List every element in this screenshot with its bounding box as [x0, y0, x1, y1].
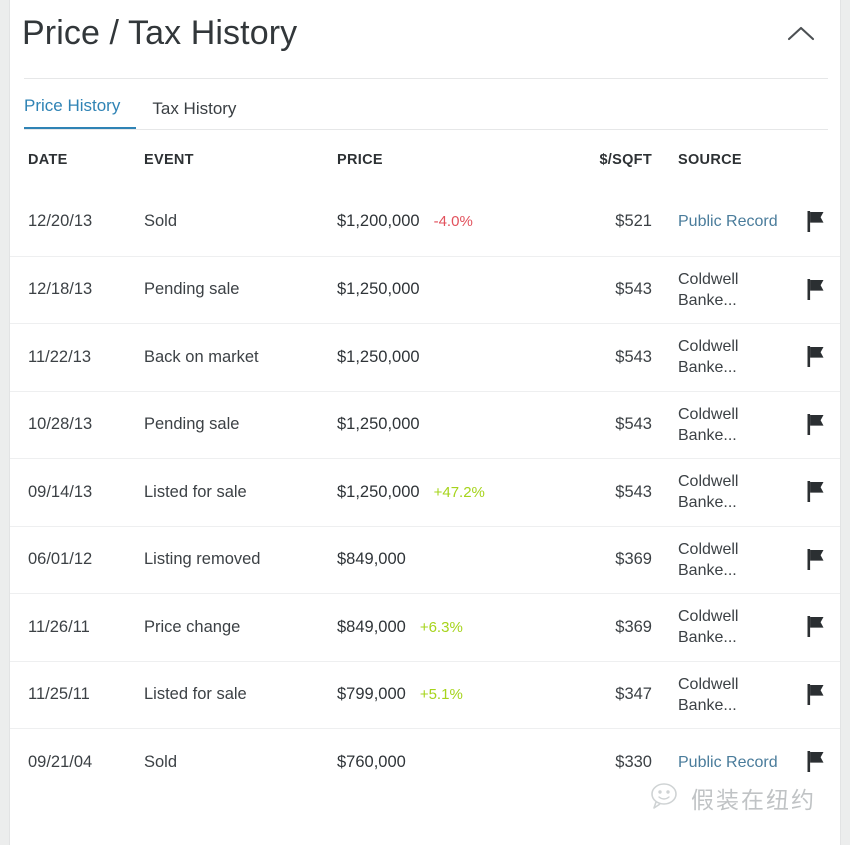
- source-label: Coldwell Banke...: [678, 338, 738, 376]
- cell-event: Sold: [144, 753, 337, 772]
- cell-event: Sold: [144, 212, 337, 231]
- page-title: Price / Tax History: [22, 14, 297, 53]
- table-row: 11/25/11Listed for sale$799,000 +5.1% $347…: [10, 661, 840, 729]
- flag-icon[interactable]: [806, 615, 826, 639]
- cell-price: $1,250,000: [337, 415, 420, 433]
- price-tax-history-card: Price / Tax History Price History Tax Hi…: [9, 0, 841, 845]
- cell-price: $760,000: [337, 753, 406, 771]
- table-row: 09/14/13Listed for sale$1,250,000 +47.2% $…: [10, 458, 840, 526]
- table-row: 11/26/11Price change$849,000 +6.3% $369 Col…: [10, 593, 840, 661]
- column-header-source: SOURCE: [652, 152, 782, 168]
- cell-price-per-sqft: $543: [581, 415, 652, 434]
- cell-price: $849,000: [337, 550, 406, 568]
- table-row: 09/21/04Sold$760,000 $330 Public Record: [10, 728, 840, 796]
- cell-price-per-sqft: $521: [581, 212, 652, 231]
- cell-event: Pending sale: [144, 415, 337, 434]
- cell-price-per-sqft: $543: [581, 280, 652, 299]
- column-header-date: DATE: [28, 152, 144, 168]
- chevron-up-icon: [787, 25, 815, 43]
- cell-price: $1,200,000: [337, 212, 420, 230]
- card-header: Price / Tax History: [10, 0, 840, 78]
- table-row: 11/22/13Back on market$1,250,000 $543 Cold…: [10, 323, 840, 391]
- cell-price-per-sqft: $543: [581, 483, 652, 502]
- source-label: Coldwell Banke...: [678, 271, 738, 309]
- price-change-percent: +6.3%: [420, 619, 463, 636]
- cell-date: 09/21/04: [28, 753, 144, 772]
- flag-icon[interactable]: [806, 480, 826, 504]
- table-body: 12/20/13Sold$1,200,000-4.0%$521Public Re…: [10, 188, 840, 796]
- cell-date: 06/01/12: [28, 550, 144, 569]
- cell-event: Listed for sale: [144, 483, 337, 502]
- column-header-event: EVENT: [144, 152, 337, 168]
- source-label: Coldwell Banke...: [678, 541, 738, 579]
- tabs-divider: [24, 129, 828, 130]
- cell-date: 12/20/13: [28, 212, 144, 231]
- source-link[interactable]: Public Record: [678, 754, 778, 771]
- cell-price: $799,000: [337, 685, 406, 703]
- cell-event: Pending sale: [144, 280, 337, 299]
- cell-date: 11/22/13: [28, 348, 144, 367]
- source-label: Coldwell Banke...: [678, 473, 738, 511]
- flag-icon[interactable]: [806, 278, 826, 302]
- flag-icon[interactable]: [806, 548, 826, 572]
- column-header-price-per-sqft: $/SQFT: [581, 152, 652, 168]
- tab-tax-history[interactable]: Tax History: [152, 99, 254, 130]
- cell-event: Price change: [144, 618, 337, 637]
- table-row: 12/20/13Sold$1,200,000 -4.0% $521 Public Re…: [10, 188, 840, 256]
- price-history-table: DATE EVENT PRICE $/SQFT SOURCE 12/20/13S…: [10, 132, 840, 796]
- cell-price-per-sqft: $347: [581, 685, 652, 704]
- cell-event: Back on market: [144, 348, 337, 367]
- price-change-percent: -4.0%: [434, 213, 473, 230]
- cell-price-per-sqft: $543: [581, 348, 652, 367]
- header-divider: [24, 78, 828, 79]
- flag-icon[interactable]: [806, 683, 826, 707]
- flag-icon[interactable]: [806, 750, 826, 774]
- cell-date: 10/28/13: [28, 415, 144, 434]
- price-change-percent: +5.1%: [420, 686, 463, 703]
- column-header-price: PRICE: [337, 152, 581, 168]
- cell-price-per-sqft: $330: [581, 753, 652, 772]
- source-link[interactable]: Public Record: [678, 213, 778, 230]
- table-row: 12/18/13Pending sale$1,250,000 $543 Coldwe…: [10, 256, 840, 324]
- table-header-row: DATE EVENT PRICE $/SQFT SOURCE: [10, 132, 840, 188]
- cell-date: 09/14/13: [28, 483, 144, 502]
- source-label: Coldwell Banke...: [678, 608, 738, 646]
- flag-icon[interactable]: [806, 413, 826, 437]
- history-tabs: Price History Tax History: [24, 86, 268, 130]
- table-row: 06/01/12Listing removed$849,000 $369 Coldw…: [10, 526, 840, 594]
- cell-date: 11/26/11: [28, 618, 144, 637]
- source-label: Coldwell Banke...: [678, 406, 738, 444]
- cell-price-per-sqft: $369: [581, 618, 652, 637]
- collapse-section-button[interactable]: [780, 16, 822, 52]
- tab-price-history[interactable]: Price History: [24, 96, 136, 130]
- source-label: Coldwell Banke...: [678, 676, 738, 714]
- cell-price: $1,250,000: [337, 280, 420, 298]
- cell-price: $1,250,000: [337, 348, 420, 366]
- price-change-percent: +47.2%: [434, 484, 485, 501]
- cell-date: 11/25/11: [28, 685, 144, 704]
- cell-event: Listed for sale: [144, 685, 337, 704]
- cell-price: $849,000: [337, 618, 406, 636]
- table-row: 10/28/13Pending sale$1,250,000 $543 Coldwe…: [10, 391, 840, 459]
- cell-price: $1,250,000: [337, 483, 420, 501]
- flag-icon[interactable]: [806, 345, 826, 369]
- cell-date: 12/18/13: [28, 280, 144, 299]
- cell-event: Listing removed: [144, 550, 337, 569]
- flag-icon[interactable]: [806, 210, 826, 234]
- cell-price-per-sqft: $369: [581, 550, 652, 569]
